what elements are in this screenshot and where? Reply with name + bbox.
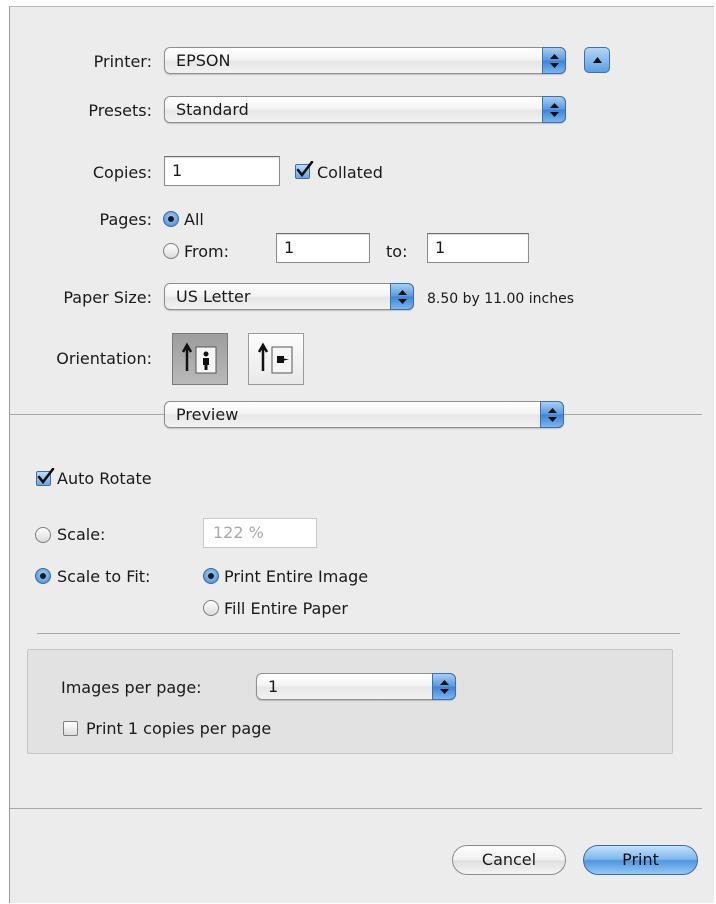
popup-arrows-icon xyxy=(540,401,564,428)
pages-to-field[interactable]: 1 xyxy=(427,233,529,263)
scale-value: 122 % xyxy=(213,523,264,542)
presets-popup[interactable]: Standard xyxy=(164,96,566,123)
presets-label: Presets: xyxy=(88,101,152,120)
pages-from-radio[interactable] xyxy=(163,243,179,259)
print-copies-per-page-checkbox[interactable] xyxy=(63,721,78,736)
landscape-orientation-icon xyxy=(257,342,293,374)
scale-label: Scale: xyxy=(57,525,106,544)
popup-arrows-icon xyxy=(390,283,414,310)
presets-value: Standard xyxy=(176,100,249,119)
paper-dimensions: 8.50 by 11.00 inches xyxy=(427,291,575,307)
paper-size-popup[interactable]: US Letter xyxy=(164,283,414,310)
panel-menu-popup[interactable]: Preview xyxy=(164,401,564,428)
cancel-button[interactable]: Cancel xyxy=(452,845,566,875)
printer-value: EPSON xyxy=(176,51,231,70)
orientation-portrait-button[interactable] xyxy=(172,333,228,385)
images-per-page-popup[interactable]: 1 xyxy=(256,673,456,700)
orientation-label: Orientation: xyxy=(56,349,152,368)
popup-arrows-icon xyxy=(432,673,456,700)
popup-arrows-icon xyxy=(542,47,566,74)
auto-rotate-label: Auto Rotate xyxy=(57,469,152,488)
paper-size-value: US Letter xyxy=(176,287,251,306)
print-entire-image-label: Print Entire Image xyxy=(224,567,369,586)
separator-right xyxy=(562,414,702,415)
images-per-page-label: Images per page: xyxy=(61,678,202,697)
fill-entire-paper-radio[interactable] xyxy=(203,600,219,616)
printer-popup[interactable]: EPSON xyxy=(164,47,566,74)
portrait-orientation-icon xyxy=(181,342,217,374)
scale-to-fit-label: Scale to Fit: xyxy=(57,567,151,586)
images-per-page-value: 1 xyxy=(268,677,279,696)
scale-field[interactable]: 122 % xyxy=(203,518,317,548)
pages-from-field[interactable]: 1 xyxy=(276,233,370,263)
auto-rotate-checkbox[interactable] xyxy=(36,468,55,486)
separator-left xyxy=(10,414,164,415)
pages-from-value: 1 xyxy=(284,238,295,257)
copies-label: Copies: xyxy=(92,163,152,182)
print-copies-per-page-label: Print 1 copies per page xyxy=(86,719,272,738)
print-entire-image-radio[interactable] xyxy=(203,568,219,584)
pages-to-label: to: xyxy=(386,242,408,261)
paper-size-label: Paper Size: xyxy=(63,288,152,307)
pages-to-value: 1 xyxy=(435,238,446,257)
pages-all-label: All xyxy=(184,210,204,229)
footer-divider xyxy=(10,808,702,809)
pages-from-label: From: xyxy=(184,242,230,261)
copies-field[interactable]: 1 xyxy=(164,156,280,186)
print-dialog xyxy=(9,6,714,903)
fill-entire-paper-label: Fill Entire Paper xyxy=(224,599,348,618)
scale-to-fit-radio[interactable] xyxy=(35,568,51,584)
printer-label: Printer: xyxy=(93,52,152,71)
panel-menu-value: Preview xyxy=(176,405,239,424)
show-details-button[interactable] xyxy=(584,47,610,73)
section-divider xyxy=(37,633,680,634)
collated-label: Collated xyxy=(317,163,383,182)
copies-value: 1 xyxy=(172,161,183,180)
pages-all-radio[interactable] xyxy=(163,211,179,227)
scale-radio[interactable] xyxy=(35,527,51,543)
collated-checkbox[interactable] xyxy=(295,161,314,179)
popup-arrows-icon xyxy=(542,96,566,123)
orientation-landscape-button[interactable] xyxy=(248,333,304,385)
pages-label: Pages: xyxy=(99,210,152,229)
print-button[interactable]: Print xyxy=(583,845,698,875)
